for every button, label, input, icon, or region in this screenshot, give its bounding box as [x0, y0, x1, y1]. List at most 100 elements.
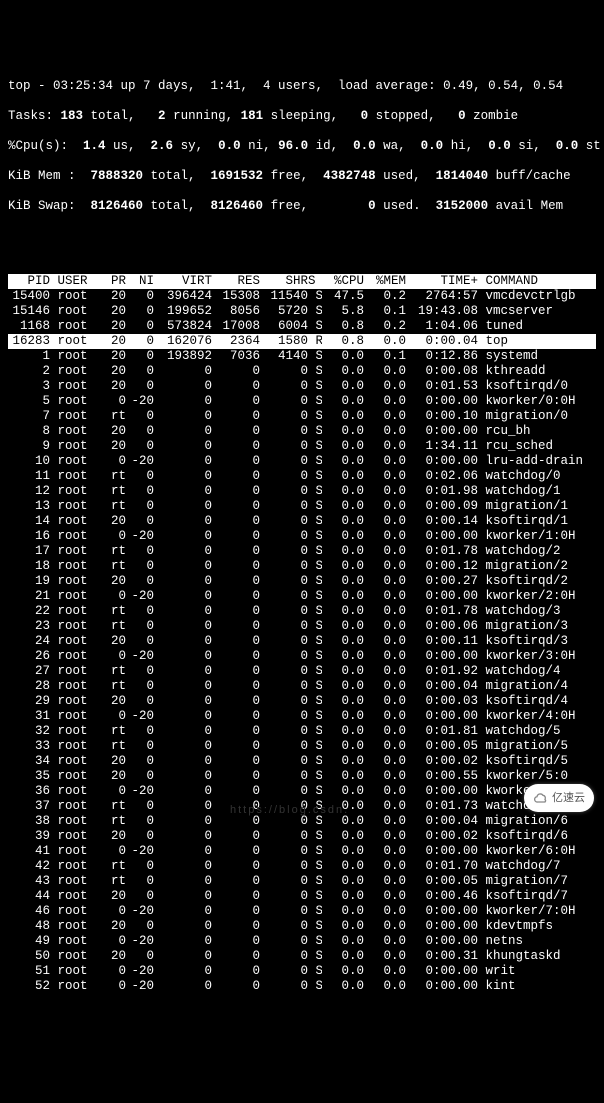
process-row[interactable]: 22 rootrt0000 S0.00.00:01.78 watchdog/3 — [8, 604, 596, 619]
cell-shr: 0 — [260, 394, 308, 409]
table-header[interactable]: PID USER PRNI VIRT RES SHRS %CPU %MEM TI… — [8, 274, 596, 289]
process-row[interactable]: 34 root200000 S0.00.00:00.02 ksoftirqd/5 — [8, 754, 596, 769]
cell-time: 0:00.06 — [406, 619, 478, 634]
col-header[interactable]: NI — [126, 274, 154, 289]
cell-pid: 26 — [8, 649, 50, 664]
cell-mem: 0.0 — [364, 589, 406, 604]
col-header[interactable]: RES — [212, 274, 260, 289]
process-row[interactable]: 9 root200000 S0.00.01:34.11 rcu_sched — [8, 439, 596, 454]
cell-cpu: 0.0 — [322, 709, 364, 724]
cell-pid: 12 — [8, 484, 50, 499]
process-row[interactable]: 15400 root2003964241530811540 S47.50.227… — [8, 289, 596, 304]
cell-cmd: ksoftirqd/2 — [478, 574, 596, 589]
process-row[interactable]: 15146 root20019965280565720 S5.80.119:43… — [8, 304, 596, 319]
cell-virt: 0 — [154, 379, 212, 394]
cell-pid: 49 — [8, 934, 50, 949]
process-row[interactable]: 8 root200000 S0.00.00:00.00 rcu_bh — [8, 424, 596, 439]
cell-user: root — [50, 604, 98, 619]
process-row[interactable]: 35 root200000 S0.00.00:00.55 kworker/5:0 — [8, 769, 596, 784]
process-row[interactable]: 11 rootrt0000 S0.00.00:02.06 watchdog/0 — [8, 469, 596, 484]
cell-mem: 0.0 — [364, 379, 406, 394]
process-row[interactable]: 43 rootrt0000 S0.00.00:00.05 migration/7 — [8, 874, 596, 889]
process-row[interactable]: 28 rootrt0000 S0.00.00:00.04 migration/4 — [8, 679, 596, 694]
col-header[interactable]: COMMAND — [478, 274, 596, 289]
cell-user: root — [50, 964, 98, 979]
cell-time: 0:12.86 — [406, 349, 478, 364]
process-row[interactable]: 24 root200000 S0.00.00:00.11 ksoftirqd/3 — [8, 634, 596, 649]
col-header[interactable]: PR — [98, 274, 126, 289]
cell-pr: 20 — [98, 439, 126, 454]
cell-pid: 5 — [8, 394, 50, 409]
cell-virt: 0 — [154, 844, 212, 859]
process-row[interactable]: 41 root0-20000 S0.00.00:00.00 kworker/6:… — [8, 844, 596, 859]
cell-user: root — [50, 589, 98, 604]
cell-user: root — [50, 424, 98, 439]
process-row[interactable]: 39 root200000 S0.00.00:00.02 ksoftirqd/6 — [8, 829, 596, 844]
cell-res: 0 — [212, 634, 260, 649]
cell-virt: 0 — [154, 499, 212, 514]
process-row[interactable]: 1 root20019389270364140 S0.00.10:12.86 s… — [8, 349, 596, 364]
process-row[interactable]: 27 rootrt0000 S0.00.00:01.92 watchdog/4 — [8, 664, 596, 679]
cell-virt: 0 — [154, 574, 212, 589]
cell-virt: 0 — [154, 979, 212, 994]
cell-s: S — [308, 289, 322, 304]
process-row[interactable]: 16283 root20016207623641580 R0.80.00:00.… — [8, 334, 596, 349]
cell-ni: -20 — [126, 934, 154, 949]
process-row[interactable]: 21 root0-20000 S0.00.00:00.00 kworker/2:… — [8, 589, 596, 604]
cell-mem: 0.0 — [364, 544, 406, 559]
cell-virt: 0 — [154, 514, 212, 529]
cell-cmd: tuned — [478, 319, 596, 334]
col-header[interactable]: PID — [8, 274, 50, 289]
process-row[interactable]: 1168 root200573824170086004 S0.80.21:04.… — [8, 319, 596, 334]
cell-mem: 0.0 — [364, 574, 406, 589]
process-row[interactable]: 31 root0-20000 S0.00.00:00.00 kworker/4:… — [8, 709, 596, 724]
process-row[interactable]: 44 root200000 S0.00.00:00.46 ksoftirqd/7 — [8, 889, 596, 904]
process-row[interactable]: 16 root0-20000 S0.00.00:00.00 kworker/1:… — [8, 529, 596, 544]
col-header[interactable]: SHR — [260, 274, 308, 289]
cell-cmd: watchdog/7 — [478, 859, 596, 874]
cell-user: root — [50, 334, 98, 349]
process-row[interactable]: 5 root0-20000 S0.00.00:00.00 kworker/0:0… — [8, 394, 596, 409]
process-row[interactable]: 42 rootrt0000 S0.00.00:01.70 watchdog/7 — [8, 859, 596, 874]
process-row[interactable]: 46 root0-20000 S0.00.00:00.00 kworker/7:… — [8, 904, 596, 919]
process-row[interactable]: 23 rootrt0000 S0.00.00:00.06 migration/3 — [8, 619, 596, 634]
col-header[interactable]: %CPU — [322, 274, 364, 289]
process-row[interactable]: 12 rootrt0000 S0.00.00:01.98 watchdog/1 — [8, 484, 596, 499]
col-header[interactable]: VIRT — [154, 274, 212, 289]
cell-time: 0:00.00 — [406, 394, 478, 409]
cell-ni: 0 — [126, 349, 154, 364]
process-row[interactable]: 49 root0-20000 S0.00.00:00.00 netns — [8, 934, 596, 949]
cell-ni: -20 — [126, 844, 154, 859]
col-header[interactable]: TIME+ — [406, 274, 478, 289]
process-row[interactable]: 2 root200000 S0.00.00:00.08 kthreadd — [8, 364, 596, 379]
col-header[interactable]: USER — [50, 274, 98, 289]
process-row[interactable]: 50 root200000 S0.00.00:00.31 khungtaskd — [8, 949, 596, 964]
cell-mem: 0.0 — [364, 409, 406, 424]
process-table[interactable]: PID USER PRNI VIRT RES SHRS %CPU %MEM TI… — [8, 274, 596, 994]
process-row[interactable]: 10 root0-20000 S0.00.00:00.00 lru-add-dr… — [8, 454, 596, 469]
process-row[interactable]: 17 rootrt0000 S0.00.00:01.78 watchdog/2 — [8, 544, 596, 559]
process-row[interactable]: 29 root200000 S0.00.00:00.03 ksoftirqd/4 — [8, 694, 596, 709]
process-row[interactable]: 52 root0-20000 S0.00.00:00.00 kint — [8, 979, 596, 994]
cell-pid: 16283 — [8, 334, 50, 349]
col-header[interactable]: S — [308, 274, 322, 289]
process-row[interactable]: 26 root0-20000 S0.00.00:00.00 kworker/3:… — [8, 649, 596, 664]
process-row[interactable]: 18 rootrt0000 S0.00.00:00.12 migration/2 — [8, 559, 596, 574]
process-row[interactable]: 36 root0-20000 S0.00.00:00.00 kworker/5:… — [8, 784, 596, 799]
process-row[interactable]: 14 root200000 S0.00.00:00.14 ksoftirqd/1 — [8, 514, 596, 529]
process-row[interactable]: 19 root200000 S0.00.00:00.27 ksoftirqd/2 — [8, 574, 596, 589]
cell-res: 0 — [212, 559, 260, 574]
process-row[interactable]: 13 rootrt0000 S0.00.00:00.09 migration/1 — [8, 499, 596, 514]
col-header[interactable]: %MEM — [364, 274, 406, 289]
cell-s: S — [308, 919, 322, 934]
process-row[interactable]: 51 root0-20000 S0.00.00:00.00 writ — [8, 964, 596, 979]
process-row[interactable]: 48 root200000 S0.00.00:00.00 kdevtmpfs — [8, 919, 596, 934]
process-row[interactable]: 32 rootrt0000 S0.00.00:01.81 watchdog/5 — [8, 724, 596, 739]
cell-mem: 0.0 — [364, 784, 406, 799]
process-row[interactable]: 3 root200000 S0.00.00:01.53 ksoftirqd/0 — [8, 379, 596, 394]
process-row[interactable]: 7 rootrt0000 S0.00.00:00.10 migration/0 — [8, 409, 596, 424]
cell-ni: 0 — [126, 469, 154, 484]
cell-res: 0 — [212, 979, 260, 994]
process-row[interactable]: 33 rootrt0000 S0.00.00:00.05 migration/5 — [8, 739, 596, 754]
cell-shr: 0 — [260, 649, 308, 664]
